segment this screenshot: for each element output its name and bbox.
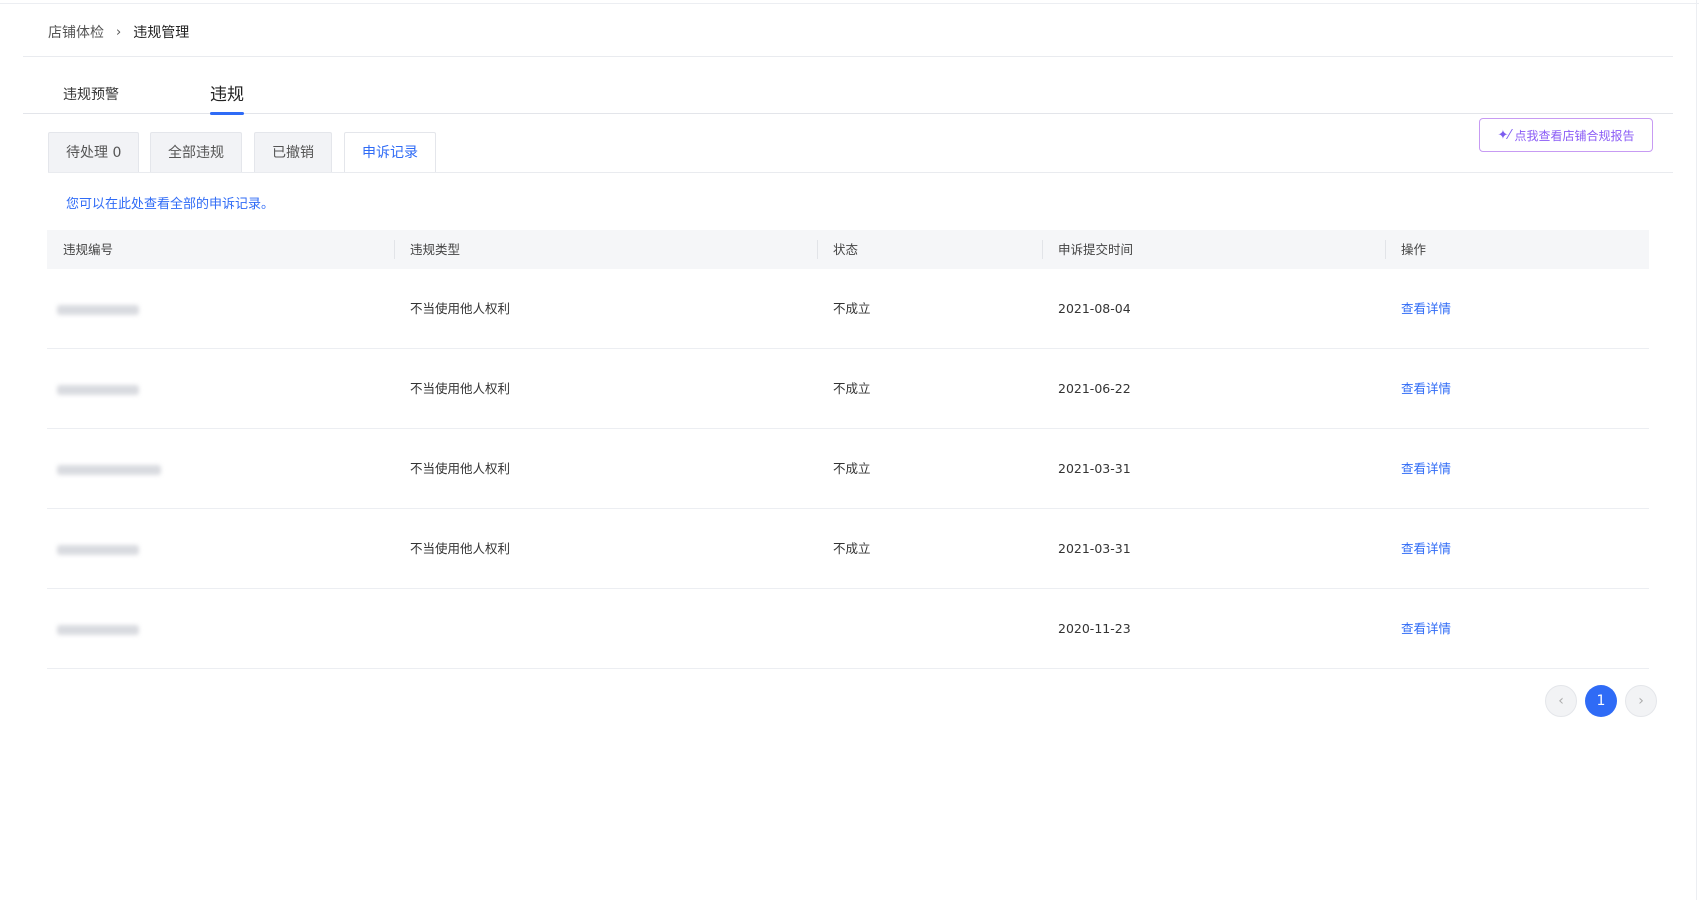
redacted-id xyxy=(57,384,139,395)
appeal-records-table: 违规编号 违规类型 状态 申诉提交时间 操作 不当使用他人权利 不成立 2021… xyxy=(47,230,1649,669)
violation-id-cell xyxy=(57,429,161,509)
appeal-date-cell: 2020-11-23 xyxy=(1058,621,1131,636)
compliance-report-button[interactable]: ✦⁄ 点我查看店铺合规报告 xyxy=(1479,118,1653,152)
header-separator xyxy=(817,240,818,259)
prev-page-button[interactable]: ‹ xyxy=(1545,685,1577,717)
appeal-date-cell: 2021-06-22 xyxy=(1058,381,1131,396)
header-separator xyxy=(1385,240,1386,259)
status-cell: 不成立 xyxy=(833,541,871,556)
header-status: 状态 xyxy=(833,242,859,257)
subtab-divider xyxy=(48,172,1673,173)
notice-text: 您可以在此处查看全部的申诉记录。 xyxy=(66,197,275,212)
appeal-date-cell: 2021-03-31 xyxy=(1058,461,1131,476)
top-divider xyxy=(0,3,1699,4)
header-appeal-time: 申诉提交时间 xyxy=(1058,242,1134,257)
page-1-button[interactable]: 1 xyxy=(1585,685,1617,717)
header-separator xyxy=(1042,240,1043,259)
header-violation-id: 违规编号 xyxy=(63,242,114,257)
right-divider xyxy=(1696,0,1697,900)
violation-id-cell xyxy=(57,269,139,349)
subtab-pending[interactable]: 待处理 0 xyxy=(48,132,140,172)
violation-type-cell: 不当使用他人权利 xyxy=(410,541,511,556)
view-details-link[interactable]: 查看详情 xyxy=(1401,349,1451,429)
redacted-id xyxy=(57,624,139,635)
redacted-id xyxy=(57,464,161,475)
tab-violation[interactable]: 违规 xyxy=(210,80,244,115)
violation-id-cell xyxy=(57,589,139,669)
table-row: 不当使用他人权利 不成立 2021-06-22 查看详情 xyxy=(47,349,1649,429)
view-details-link[interactable]: 查看详情 xyxy=(1401,429,1451,509)
header-action: 操作 xyxy=(1401,242,1427,257)
status-cell: 不成立 xyxy=(833,461,871,476)
view-details-link[interactable]: 查看详情 xyxy=(1401,269,1451,349)
breadcrumb: 店铺体检 › 违规管理 xyxy=(48,22,189,42)
pagination: ‹ 1 › xyxy=(1537,685,1657,717)
status-cell: 不成立 xyxy=(833,381,871,396)
table-row: 不当使用他人权利 不成立 2021-08-04 查看详情 xyxy=(47,269,1649,349)
view-details-link[interactable]: 查看详情 xyxy=(1401,589,1451,669)
next-page-button[interactable]: › xyxy=(1625,685,1657,717)
redacted-id xyxy=(57,304,139,315)
redacted-id xyxy=(57,544,139,555)
violation-type-cell: 不当使用他人权利 xyxy=(410,461,511,476)
subtab-all-violations[interactable]: 全部违规 xyxy=(150,132,242,172)
breadcrumb-store-check[interactable]: 店铺体检 xyxy=(48,22,104,42)
table-row: 不当使用他人权利 不成立 2021-03-31 查看详情 xyxy=(47,509,1649,589)
sparkle-icon: ✦⁄ xyxy=(1497,127,1511,143)
tab-violation-label: 违规 xyxy=(210,85,244,105)
active-tab-indicator xyxy=(210,112,244,115)
violation-id-cell xyxy=(57,509,139,589)
breadcrumb-divider xyxy=(23,56,1673,57)
tab-violation-warning[interactable]: 违规预警 xyxy=(63,84,119,118)
subtab-revoked[interactable]: 已撤销 xyxy=(254,132,332,172)
appeal-date-cell: 2021-03-31 xyxy=(1058,541,1131,556)
header-violation-type: 违规类型 xyxy=(410,242,461,257)
chevron-right-icon: › xyxy=(116,24,122,40)
header-separator xyxy=(394,240,395,259)
page: 店铺体检 › 违规管理 违规预警 违规 待处理 0 全部违规 已撤销 申诉记录 … xyxy=(0,0,1699,900)
violation-type-cell: 不当使用他人权利 xyxy=(410,381,511,396)
violation-type-cell: 不当使用他人权利 xyxy=(410,301,511,316)
status-cell: 不成立 xyxy=(833,301,871,316)
table-row: 不当使用他人权利 不成立 2021-03-31 查看详情 xyxy=(47,429,1649,509)
appeal-date-cell: 2021-08-04 xyxy=(1058,301,1131,316)
breadcrumb-violation-management: 违规管理 xyxy=(133,25,190,41)
subtab-appeal-records[interactable]: 申诉记录 xyxy=(344,132,436,173)
main-tabs: 违规预警 违规 xyxy=(23,80,1673,115)
table-row: 2020-11-23 查看详情 xyxy=(47,589,1649,669)
table-header: 违规编号 违规类型 状态 申诉提交时间 操作 xyxy=(47,230,1649,269)
view-details-link[interactable]: 查看详情 xyxy=(1401,509,1451,589)
compliance-report-label: 点我查看店铺合规报告 xyxy=(1514,128,1635,143)
violation-id-cell xyxy=(57,349,139,429)
